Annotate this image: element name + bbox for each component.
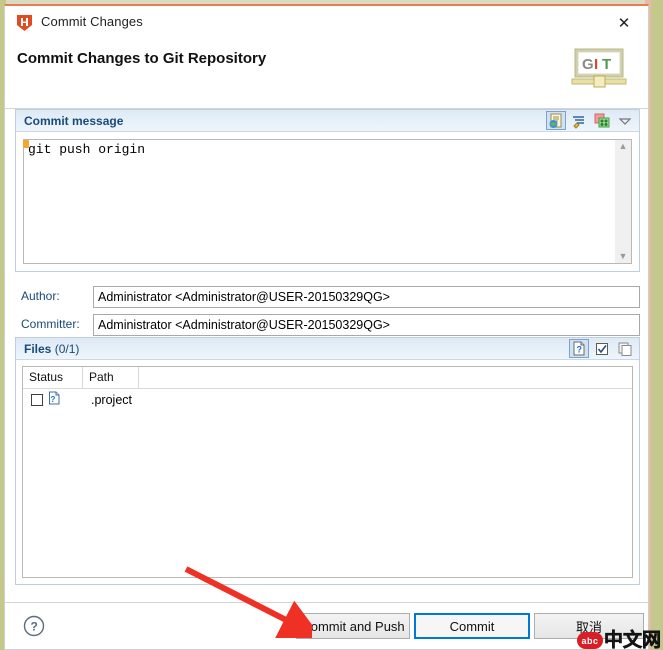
- untracked-file-icon: ?: [48, 391, 61, 410]
- desktop-background-right-olive: [651, 0, 663, 650]
- table-row[interactable]: ? .project: [23, 389, 632, 411]
- select-all-icon[interactable]: [592, 339, 612, 358]
- committer-field[interactable]: [93, 314, 640, 336]
- column-header-path[interactable]: Path: [83, 367, 139, 388]
- scroll-up-icon[interactable]: ▲: [619, 140, 628, 153]
- insert-commit-hash-icon[interactable]: [592, 111, 612, 130]
- files-count: (0/1): [54, 342, 80, 356]
- svg-text:?: ?: [577, 345, 583, 355]
- commit-and-push-button[interactable]: Commit and Push: [296, 613, 410, 639]
- column-header-filler: [139, 367, 632, 388]
- scroll-down-icon[interactable]: ▼: [619, 250, 628, 263]
- dialog-titlebar: Commit Changes ✕: [5, 6, 648, 38]
- commit-button[interactable]: Commit: [414, 613, 530, 639]
- dialog-body: Commit message git push origin ▲ ▼ Autho…: [5, 109, 648, 649]
- git-logo-icon: G I T: [570, 45, 632, 93]
- add-change-id-icon[interactable]: [569, 111, 589, 130]
- files-toolbar: ?: [569, 339, 635, 358]
- row-path-cell: .project: [91, 393, 132, 407]
- files-table-header: Status Path: [23, 367, 632, 389]
- help-icon[interactable]: ?: [23, 615, 45, 637]
- commit-message-header: Commit message: [16, 110, 639, 132]
- commit-message-group: Commit message git push origin ▲ ▼: [15, 109, 640, 272]
- files-group: Files (0/1) ? Status Path ? .project: [15, 337, 640, 585]
- add-signed-off-by-icon[interactable]: [546, 111, 566, 130]
- files-header: Files (0/1) ?: [16, 338, 639, 360]
- cancel-button[interactable]: 取消: [534, 613, 644, 639]
- commit-message-annotation-marker: [23, 140, 29, 148]
- commit-message-title: Commit message: [24, 114, 124, 128]
- chevron-down-icon[interactable]: [615, 111, 635, 130]
- row-status-cell: ?: [23, 391, 83, 410]
- column-header-status[interactable]: Status: [23, 367, 83, 388]
- show-untracked-files-icon[interactable]: ?: [569, 339, 589, 358]
- commit-message-editor-wrap: ▲ ▼: [17, 133, 638, 270]
- commit-message-input[interactable]: [23, 139, 615, 264]
- svg-text:T: T: [602, 56, 611, 73]
- dialog-header-band: Commit Changes to Git Repository G I T: [5, 38, 648, 109]
- committer-row: Committer:: [15, 314, 640, 336]
- dialog-footer: ? Commit and Push Commit 取消: [5, 602, 648, 649]
- dialog-title: Commit Changes: [41, 14, 143, 29]
- committer-label: Committer:: [21, 317, 80, 331]
- files-title-text: Files: [24, 342, 52, 356]
- commit-message-scrollbar[interactable]: ▲ ▼: [615, 139, 632, 264]
- files-title: Files (0/1): [24, 342, 79, 356]
- page-title: Commit Changes to Git Repository: [17, 50, 267, 67]
- deselect-all-icon[interactable]: [615, 339, 635, 358]
- close-icon[interactable]: ✕: [606, 10, 642, 36]
- files-table: Status Path ? .project: [22, 366, 633, 578]
- author-field[interactable]: [93, 286, 640, 308]
- commit-message-toolbar: [546, 111, 635, 130]
- svg-text:?: ?: [51, 395, 56, 404]
- row-checkbox[interactable]: [31, 394, 43, 406]
- svg-text:G: G: [582, 56, 594, 73]
- commit-changes-dialog: Commit Changes ✕ Commit Changes to Git R…: [4, 4, 649, 650]
- author-row: Author:: [15, 286, 640, 308]
- svg-text:?: ?: [31, 620, 38, 634]
- h-shield-icon: [17, 15, 32, 31]
- svg-text:I: I: [594, 56, 598, 73]
- author-label: Author:: [21, 289, 60, 303]
